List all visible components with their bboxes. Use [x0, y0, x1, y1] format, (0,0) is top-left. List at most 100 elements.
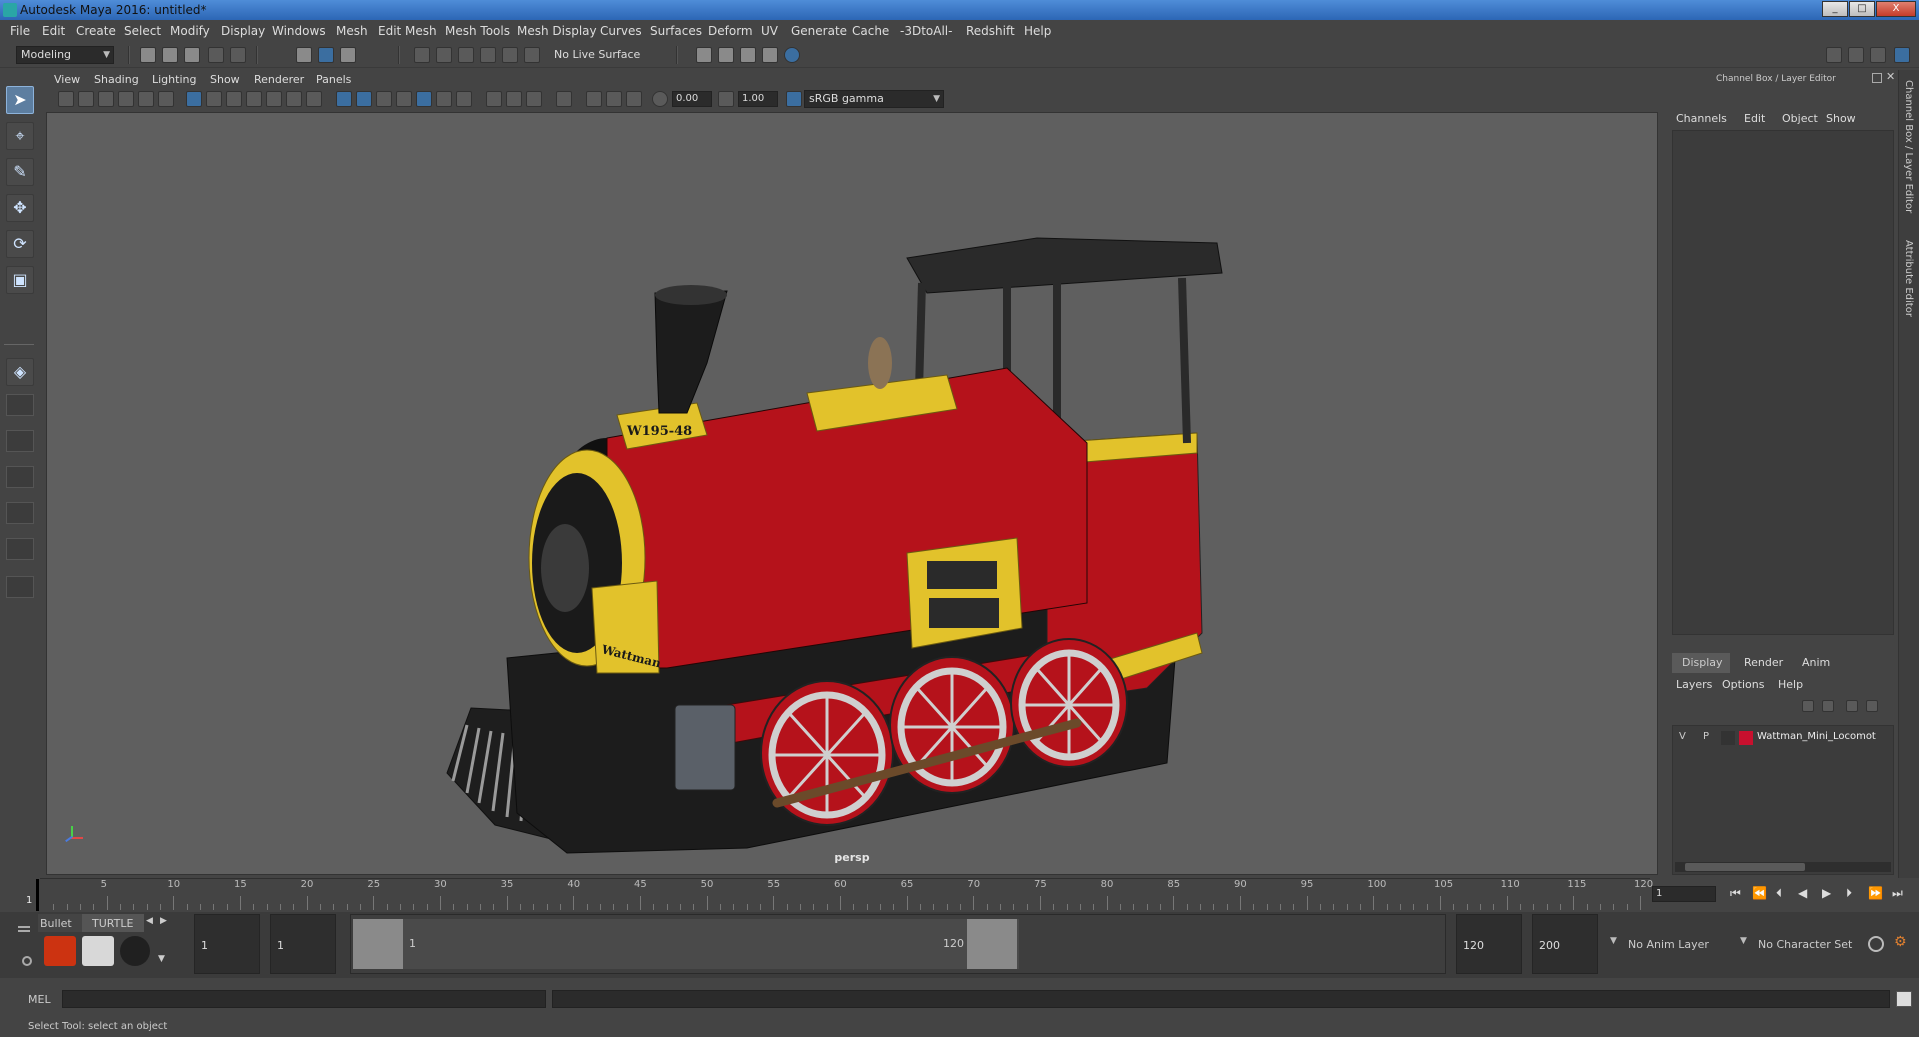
- select-tool-icon[interactable]: ➤: [6, 86, 34, 114]
- gamma-icon[interactable]: [718, 91, 734, 107]
- layer-scrollbar[interactable]: [1675, 862, 1891, 872]
- exposure-field[interactable]: 0.00: [672, 91, 712, 107]
- menu-cache[interactable]: Cache: [852, 24, 889, 38]
- outliner-toggle-icon[interactable]: [1848, 47, 1864, 63]
- help-layer-menu[interactable]: Help: [1778, 678, 1803, 691]
- menu-3dtoall[interactable]: -3DtoAll-: [900, 24, 952, 38]
- tab-attribute-editor[interactable]: Attribute Editor: [1903, 240, 1914, 317]
- shelf-menu-icon[interactable]: [18, 926, 30, 932]
- snap-point-icon[interactable]: [458, 47, 474, 63]
- layer-name[interactable]: Wattman_Mini_Locomot: [1757, 731, 1876, 742]
- menu-file[interactable]: File: [10, 24, 30, 38]
- show-channel-menu[interactable]: Show: [1826, 112, 1856, 125]
- shelf-tab-bullet[interactable]: Bullet: [38, 914, 82, 932]
- image-plane-icon[interactable]: [118, 91, 134, 107]
- xray-icon[interactable]: [396, 91, 412, 107]
- save-scene-icon[interactable]: [184, 47, 200, 63]
- live-surface-label[interactable]: No Live Surface: [554, 48, 640, 61]
- layers-menu[interactable]: Layers: [1676, 678, 1712, 691]
- tab-channel-box[interactable]: Channel Box / Layer Editor: [1903, 80, 1914, 213]
- anti-aliasing-icon[interactable]: [526, 91, 542, 107]
- time-ruler[interactable]: 1 5 10 15 20 25 30 35 40 45 50 55 60 65 70 75 80 85 90 95 1…: [26, 878, 1653, 911]
- playback-end-field[interactable]: 120: [1456, 914, 1522, 974]
- ipr-render-icon[interactable]: [740, 47, 756, 63]
- menu-select[interactable]: Select: [124, 24, 161, 38]
- auto-key-icon[interactable]: [1868, 936, 1884, 952]
- two-d-pan-icon[interactable]: [138, 91, 154, 107]
- options-menu[interactable]: Options: [1722, 678, 1764, 691]
- textured-icon[interactable]: [416, 91, 432, 107]
- menu-windows[interactable]: Windows: [272, 24, 326, 38]
- edit-channel-menu[interactable]: Edit: [1744, 112, 1765, 125]
- range-end-handle[interactable]: [967, 919, 1017, 969]
- new-layer-selected-icon[interactable]: [1866, 700, 1878, 712]
- field-chart-icon[interactable]: [266, 91, 282, 107]
- channel-box-area[interactable]: [1672, 130, 1894, 635]
- menu-redshift[interactable]: Redshift: [966, 24, 1015, 38]
- gamma-field[interactable]: 1.00: [738, 91, 778, 107]
- menu-mesh-tools[interactable]: Mesh Tools: [445, 24, 510, 38]
- menu-generate[interactable]: Generate: [791, 24, 847, 38]
- menu-help[interactable]: Help: [1024, 24, 1051, 38]
- layer-tab-render[interactable]: Render: [1744, 656, 1783, 669]
- layer-tab-display[interactable]: Display: [1672, 653, 1730, 673]
- shelf-tab-right-icon[interactable]: ▶: [160, 916, 167, 926]
- render-current-icon[interactable]: [718, 47, 734, 63]
- turtle-baking-icon[interactable]: [82, 936, 114, 966]
- xray-joints-icon[interactable]: [586, 91, 602, 107]
- wireframe-icon[interactable]: [336, 91, 352, 107]
- shadows-icon[interactable]: [456, 91, 472, 107]
- single-perspective-view-icon[interactable]: ◈: [6, 358, 34, 386]
- isolate-select-icon[interactable]: [556, 91, 572, 107]
- lasso-tool-icon[interactable]: ⌖: [6, 122, 34, 150]
- channels-menu[interactable]: Channels: [1676, 112, 1727, 125]
- shelf-settings-icon[interactable]: [22, 956, 32, 966]
- four-view-layout-icon[interactable]: [6, 394, 34, 416]
- locomotive-model[interactable]: W195-48 Wattman: [47, 113, 1658, 875]
- minimize-button[interactable]: _: [1822, 1, 1848, 17]
- panel-menu-panels[interactable]: Panels: [316, 73, 351, 86]
- animation-prefs-icon[interactable]: ⚙: [1894, 934, 1907, 950]
- turtle-sphere-icon[interactable]: [120, 936, 150, 966]
- menu-uv[interactable]: UV: [761, 24, 778, 38]
- paint-select-tool-icon[interactable]: ✎: [6, 158, 34, 186]
- two-view-stacked-layout-icon[interactable]: [6, 466, 34, 488]
- screen-space-ao-icon[interactable]: [486, 91, 502, 107]
- new-layer-icon[interactable]: [1846, 700, 1858, 712]
- play-forward-icon[interactable]: ▶: [1822, 886, 1831, 900]
- close-button[interactable]: X: [1876, 1, 1916, 17]
- open-scene-icon[interactable]: [162, 47, 178, 63]
- two-view-side-layout-icon[interactable]: [6, 430, 34, 452]
- menu-create[interactable]: Create: [76, 24, 116, 38]
- workspace-layout-icon[interactable]: [1826, 47, 1842, 63]
- step-forward-key-icon[interactable]: ⏩: [1868, 886, 1883, 900]
- step-back-frame-icon[interactable]: ⏴: [1776, 886, 1782, 901]
- menu-curves[interactable]: Curves: [600, 24, 642, 38]
- object-channel-menu[interactable]: Object: [1782, 112, 1818, 125]
- current-time-indicator[interactable]: [36, 879, 39, 911]
- turtle-render-icon[interactable]: [44, 936, 76, 966]
- graph-persp-layout-icon[interactable]: [6, 538, 34, 560]
- bookmark-icon[interactable]: [98, 91, 114, 107]
- render-view-icon[interactable]: [696, 47, 712, 63]
- color-management-icon[interactable]: [786, 91, 802, 107]
- snap-grid-icon[interactable]: [414, 47, 430, 63]
- shelf-scroll-down-icon[interactable]: ▼: [158, 954, 165, 964]
- layer-tab-anim[interactable]: Anim: [1802, 656, 1830, 669]
- range-slider-track[interactable]: 1 120: [350, 914, 1446, 974]
- close-panel-icon[interactable]: ✕: [1886, 70, 1895, 83]
- snap-view-icon[interactable]: [480, 47, 496, 63]
- gate-mask-icon[interactable]: [246, 91, 262, 107]
- view-transform-dropdown[interactable]: sRGB gamma ▼: [804, 90, 944, 108]
- snap-curve-icon[interactable]: [436, 47, 452, 63]
- layer-visibility-toggle[interactable]: V: [1679, 731, 1686, 742]
- tool-settings-icon[interactable]: [1870, 47, 1886, 63]
- go-to-start-icon[interactable]: ⏮: [1730, 886, 1741, 901]
- film-gate-icon[interactable]: [206, 91, 222, 107]
- grid-toggle-icon[interactable]: [186, 91, 202, 107]
- maximize-button[interactable]: □: [1849, 1, 1875, 17]
- select-hierarchy-icon[interactable]: [296, 47, 312, 63]
- layer-playback-toggle[interactable]: P: [1703, 731, 1709, 742]
- use-all-lights-icon[interactable]: [436, 91, 452, 107]
- custom-layout-icon[interactable]: [6, 576, 34, 598]
